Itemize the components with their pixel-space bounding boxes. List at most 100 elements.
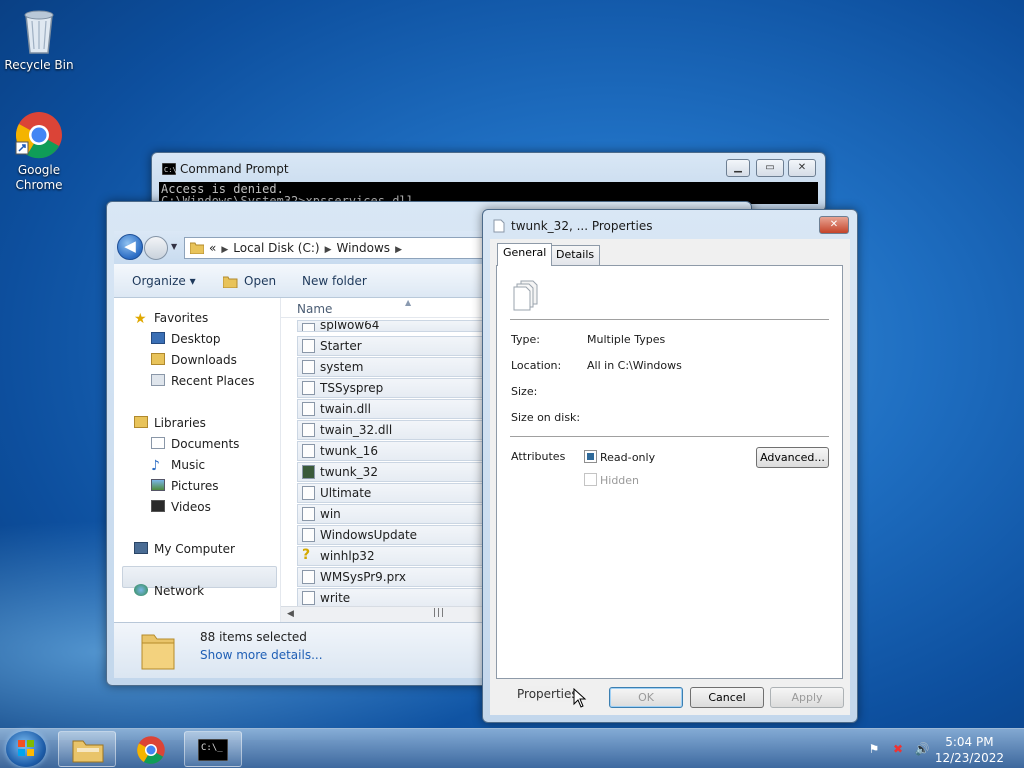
file-icon	[302, 402, 315, 416]
hidden-checkbox	[584, 473, 597, 486]
network-disconnected-icon[interactable]: ✖	[890, 742, 906, 756]
clock-date: 12/23/2022	[934, 751, 1004, 765]
folder-icon	[190, 242, 204, 254]
nav-documents[interactable]: Documents	[151, 435, 239, 453]
recycle-bin-desktop-icon[interactable]: Recycle Bin	[1, 7, 77, 73]
nav-downloads[interactable]: Downloads	[151, 351, 237, 369]
type-value: Multiple Types	[587, 333, 666, 346]
file-icon	[302, 360, 315, 374]
recent-pages-dropdown[interactable]: ▼	[171, 242, 177, 251]
tab-general[interactable]: General	[497, 243, 553, 266]
videos-icon	[151, 500, 165, 512]
nav-desktop-label: Desktop	[171, 332, 221, 346]
properties-close-button[interactable]: ✕	[819, 216, 849, 234]
file-name: Starter	[320, 339, 362, 353]
desktop-icon	[151, 332, 165, 344]
file-name: twain_32.dll	[320, 423, 393, 437]
file-name: twunk_16	[320, 444, 378, 458]
file-name: win	[320, 507, 341, 521]
file-icon	[302, 444, 315, 458]
file-icon	[302, 381, 315, 395]
help-icon: ?	[302, 547, 311, 563]
selection-count: 88 items selected	[200, 630, 307, 644]
hidden-label: Hidden	[600, 474, 640, 487]
ok-button[interactable]: OK	[609, 687, 683, 708]
size-label: Size:	[511, 385, 538, 398]
nav-desktop[interactable]: Desktop	[151, 330, 221, 348]
document-icon	[493, 219, 505, 233]
start-button[interactable]	[6, 731, 46, 767]
file-icon	[302, 507, 315, 521]
volume-icon[interactable]: 🔊	[914, 742, 930, 756]
file-icon	[302, 323, 315, 331]
file-icon	[302, 423, 315, 437]
pictures-icon	[151, 479, 165, 491]
action-center-icon[interactable]: ⚑	[866, 742, 882, 756]
tab-details[interactable]: Details	[550, 245, 601, 265]
chevron-right-icon: ▶	[324, 245, 332, 255]
file-name: winhlp32	[320, 549, 375, 563]
taskbar-chrome-button[interactable]	[122, 731, 180, 767]
properties-dialog[interactable]: twunk_32, ... Properties ✕ General Detai…	[482, 209, 858, 723]
downloads-folder-icon	[151, 353, 165, 365]
nav-recent-label: Recent Places	[171, 374, 255, 388]
file-icon	[302, 486, 315, 500]
nav-network-label: Network	[154, 584, 205, 598]
attributes-label: Attributes	[511, 450, 566, 463]
cmd-minimize-button[interactable]: ▁	[726, 159, 750, 177]
advanced-button[interactable]: Advanced...	[756, 447, 829, 468]
file-icon	[302, 528, 315, 542]
nav-music-label: Music	[171, 458, 206, 472]
new-folder-button[interactable]: New folder	[302, 274, 367, 288]
nav-pictures[interactable]: Pictures	[151, 477, 219, 495]
taskbar-cmd-button[interactable]: C:\_	[184, 731, 242, 767]
organize-button[interactable]: Organize ▾	[132, 274, 196, 288]
nav-favorites-label: Favorites	[154, 311, 209, 325]
taskbar-explorer-button[interactable]	[58, 731, 116, 767]
clock-time: 5:04 PM	[945, 735, 994, 749]
libraries-icon	[134, 416, 148, 428]
cmd-icon: C:\	[162, 163, 176, 175]
properties-tooltip: Properties	[517, 686, 578, 702]
read-only-checkbox[interactable]	[584, 450, 597, 463]
address-crumb-local-disk[interactable]: Local Disk (C:)	[233, 241, 319, 255]
general-tab-page: Type: Multiple Types Location: All in C:…	[496, 265, 843, 679]
file-icon	[302, 465, 315, 479]
show-more-details-link[interactable]: Show more details...	[200, 648, 323, 662]
file-name: WMSysPr9.prx	[320, 570, 406, 584]
file-name: TSSysprep	[320, 381, 384, 395]
open-button[interactable]: Open	[244, 274, 276, 288]
apply-button[interactable]: Apply	[770, 687, 844, 708]
back-button[interactable]: ◀	[117, 234, 143, 260]
chevron-right-icon: ▶	[395, 245, 402, 255]
nav-my-computer[interactable]: My Computer	[134, 540, 235, 558]
file-name: WindowsUpdate	[320, 528, 418, 542]
forward-button[interactable]	[144, 236, 168, 260]
scroll-thumb-grip[interactable]: |||	[433, 608, 445, 618]
file-icon	[302, 570, 315, 584]
nav-pictures-label: Pictures	[171, 479, 219, 493]
mouse-cursor-icon	[573, 688, 587, 708]
nav-videos[interactable]: Videos	[151, 498, 211, 516]
cmd-close-button[interactable]: ✕	[788, 159, 816, 177]
file-name: twain.dll	[320, 402, 371, 416]
folder-large-icon	[141, 634, 175, 670]
cmd-maximize-button[interactable]: ▭	[756, 159, 784, 177]
nav-music[interactable]: ♪ Music	[151, 456, 205, 474]
cancel-button[interactable]: Cancel	[690, 687, 764, 708]
nav-network[interactable]: Network	[134, 582, 204, 600]
chrome-desktop-icon[interactable]: Google Chrome	[1, 110, 77, 193]
nav-recent-places[interactable]: Recent Places	[151, 372, 254, 390]
scroll-left-icon[interactable]: ◀	[287, 609, 294, 619]
nav-favorites[interactable]: ★ Favorites	[134, 309, 208, 327]
explorer-folder-icon	[72, 740, 104, 763]
nav-videos-label: Videos	[171, 500, 211, 514]
cmd-title: Command Prompt	[180, 162, 289, 176]
system-clock[interactable]: 5:04 PM 12/23/2022	[935, 734, 1004, 766]
address-crumb-windows[interactable]: Windows	[336, 241, 390, 255]
address-overflow[interactable]: «	[209, 241, 216, 255]
name-column-header[interactable]: Name	[297, 302, 332, 316]
taskbar: C:\_ ⚑ ✖ 🔊 5:04 PM 12/23/2022	[0, 728, 1024, 768]
nav-libraries[interactable]: Libraries	[134, 414, 206, 432]
size-on-disk-label: Size on disk:	[511, 411, 581, 424]
